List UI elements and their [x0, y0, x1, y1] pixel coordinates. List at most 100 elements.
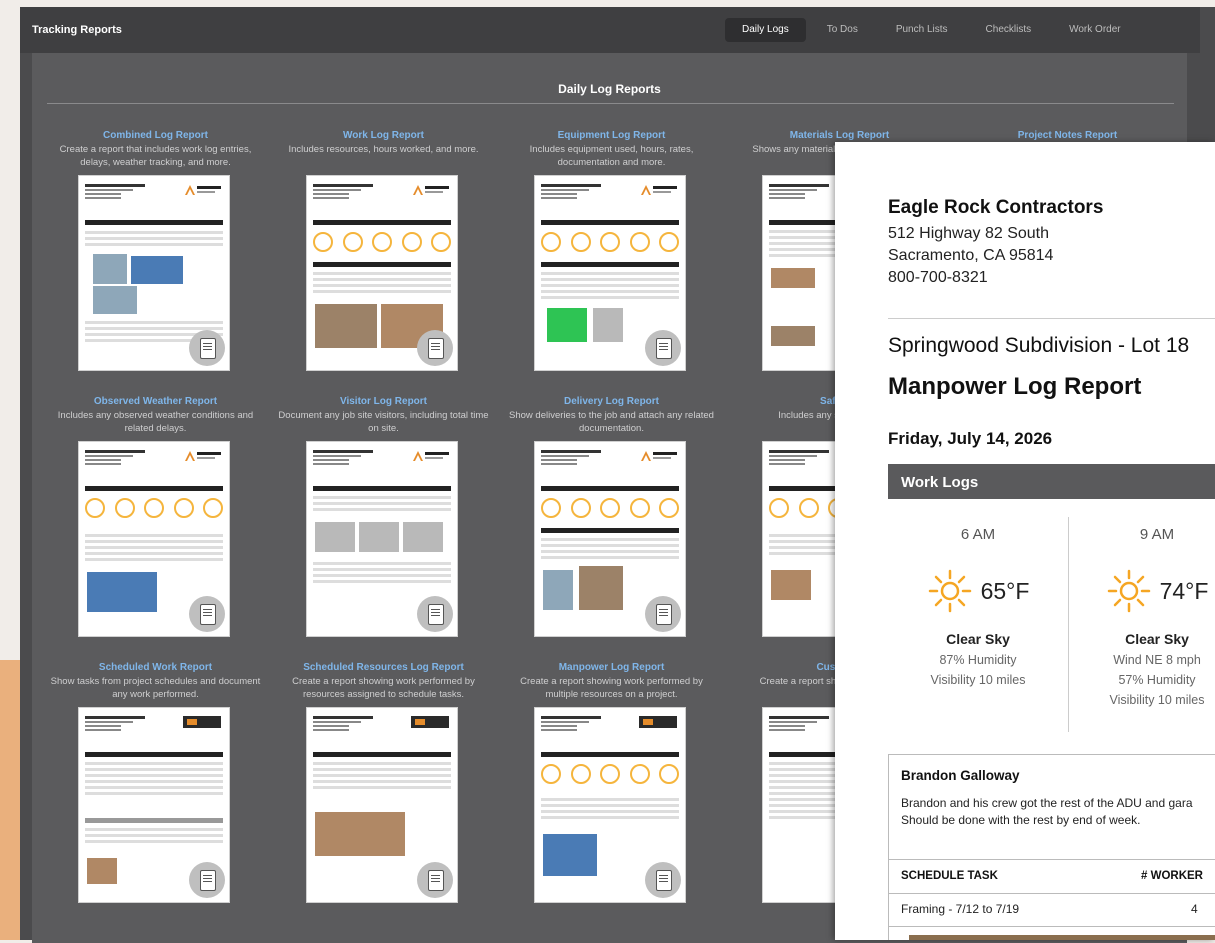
weather-temp: 74°F	[1159, 577, 1209, 604]
eagle-rock-logo-icon	[639, 716, 677, 728]
company-phone: 800-700-8321	[888, 269, 988, 286]
report-thumbnail[interactable]	[306, 175, 458, 371]
report-card-visitor[interactable]: Visitor Log Report Document any job site…	[276, 395, 491, 645]
document-icon	[189, 596, 225, 632]
report-title[interactable]: Delivery Log Report	[504, 395, 719, 408]
company-name: Eagle Rock Contractors	[888, 197, 1104, 218]
weather-column-6am: 6 AM 65°F Clear Sky 87% Humidity Visibil…	[888, 499, 1068, 687]
report-card-manpower[interactable]: Manpower Log Report Create a report show…	[504, 661, 719, 911]
report-thumbnail[interactable]	[78, 707, 230, 903]
divider	[47, 103, 1174, 104]
report-card-observed-weather[interactable]: Observed Weather Report Includes any obs…	[48, 395, 263, 645]
report-title[interactable]: Project Notes Report	[960, 129, 1175, 142]
tab-punch-lists[interactable]: Punch Lists	[879, 18, 965, 42]
column-header-task: SCHEDULE TASK	[901, 870, 998, 882]
document-icon	[645, 596, 681, 632]
report-description: Create a report showing work performed b…	[292, 676, 475, 700]
tab-daily-logs[interactable]: Daily Logs	[725, 18, 806, 42]
document-icon	[417, 596, 453, 632]
company-address-line1: 512 Highway 82 South	[888, 225, 1049, 242]
report-description: Includes equipment used, hours, rates, d…	[529, 144, 694, 168]
weather-time: 9 AM	[1139, 526, 1175, 543]
tab-to-dos[interactable]: To Dos	[810, 18, 875, 42]
company-address-line2: Sacramento, CA 95814	[888, 247, 1054, 264]
report-thumbnail[interactable]	[306, 707, 458, 903]
weather-column-9am: 9 AM 74°F Clear Sky Wind NE 8 mph 57% Hu…	[1067, 499, 1215, 707]
report-title[interactable]: Manpower Log Report	[504, 661, 719, 674]
divider	[888, 318, 1215, 319]
report-thumbnail[interactable]	[534, 175, 686, 371]
weather-temp: 65°F	[980, 577, 1030, 604]
report-thumbnail[interactable]	[534, 707, 686, 903]
report-card-delivery[interactable]: Delivery Log Report Show deliveries to t…	[504, 395, 719, 645]
report-description: Includes resources, hours worked, and mo…	[288, 144, 479, 155]
harrison-logo-icon	[185, 450, 221, 462]
report-title[interactable]: Scheduled Resources Log Report	[276, 661, 491, 674]
report-title[interactable]: Materials Log Report	[732, 129, 947, 142]
workers-cell: 4	[1191, 902, 1198, 916]
weather-humidity: 87% Humidity	[939, 653, 1017, 667]
harrison-logo-icon	[413, 450, 449, 462]
report-title[interactable]: Visitor Log Report	[276, 395, 491, 408]
report-thumbnail[interactable]	[306, 441, 458, 637]
eagle-rock-logo-icon	[411, 716, 449, 728]
document-icon	[417, 862, 453, 898]
table-row: Framing - 7/12 to 7/19 4	[889, 893, 1215, 927]
report-thumbnail[interactable]	[78, 175, 230, 371]
report-description: Show tasks from project schedules and do…	[50, 676, 261, 700]
harrison-logo-icon	[185, 184, 221, 196]
document-icon	[189, 862, 225, 898]
harrison-logo-icon	[641, 184, 677, 196]
report-description: Document any job site visitors, includin…	[278, 410, 489, 434]
report-card-work-log[interactable]: Work Log Report Includes resources, hour…	[276, 129, 491, 379]
weather-humidity: 57% Humidity	[1118, 673, 1196, 687]
worker-name: Brandon Galloway	[901, 768, 1020, 783]
report-card-equipment[interactable]: Equipment Log Report Includes equipment …	[504, 129, 719, 379]
report-title[interactable]: Observed Weather Report	[48, 395, 263, 408]
tab-work-order[interactable]: Work Order	[1052, 18, 1138, 42]
harrison-logo-icon	[641, 450, 677, 462]
weather-visibility: Visibility 10 miles	[1109, 693, 1205, 707]
document-icon	[645, 862, 681, 898]
report-description: Create a report that includes work log e…	[59, 144, 252, 168]
column-header-workers: # WORKER	[1141, 870, 1203, 882]
report-thumbnail[interactable]	[534, 441, 686, 637]
tab-bar: Daily Logs To Dos Punch Lists Checklists…	[725, 18, 1138, 42]
task-cell: Framing - 7/12 to 7/19	[901, 902, 1020, 916]
weather-condition: Clear Sky	[1125, 631, 1189, 647]
report-thumbnail[interactable]	[78, 441, 230, 637]
report-title[interactable]: Combined Log Report	[48, 129, 263, 142]
weather-time: 6 AM	[960, 526, 996, 543]
report-card-combined[interactable]: Combined Log Report Create a report that…	[48, 129, 263, 379]
work-note-line: Brandon and his crew got the rest of the…	[901, 796, 1193, 810]
document-icon	[189, 330, 225, 366]
weather-visibility: Visibility 10 miles	[930, 673, 1026, 687]
app-title: Tracking Reports	[32, 24, 122, 36]
background-accent	[0, 660, 22, 940]
tab-checklists[interactable]: Checklists	[969, 18, 1049, 42]
sun-icon	[1107, 569, 1150, 613]
report-description: Show deliveries to the job and attach an…	[509, 410, 714, 434]
report-description: Create a report showing work performed b…	[520, 676, 703, 700]
work-log-entry: Brandon Galloway Brandon and his crew go…	[888, 754, 1215, 940]
document-icon	[645, 330, 681, 366]
report-card-scheduled-resources[interactable]: Scheduled Resources Log Report Create a …	[276, 661, 491, 911]
section-header: Work Logs	[888, 464, 1215, 499]
report-date: Friday, July 14, 2026	[888, 429, 1053, 448]
project-name: Springwood Subdivision - Lot 18	[888, 334, 1190, 357]
work-note: Brandon and his crew got the rest of the…	[901, 795, 1193, 829]
report-card-scheduled-work[interactable]: Scheduled Work Report Show tasks from pr…	[48, 661, 263, 911]
report-title[interactable]: Scheduled Work Report	[48, 661, 263, 674]
harrison-logo-icon	[413, 184, 449, 196]
report-title[interactable]: Work Log Report	[276, 129, 491, 142]
report-preview: Eagle Rock Contractors 512 Highway 82 So…	[835, 142, 1215, 940]
top-bar: Tracking Reports Daily Logs To Dos Punch…	[20, 7, 1200, 53]
report-title[interactable]: Equipment Log Report	[504, 129, 719, 142]
eagle-rock-logo-icon	[183, 716, 221, 728]
report-description: Includes any observed weather conditions…	[57, 410, 254, 434]
work-note-line: Should be done with the rest by end of w…	[901, 813, 1141, 827]
table-header: SCHEDULE TASK # WORKER	[889, 859, 1215, 894]
section-title: Work Logs	[901, 474, 979, 491]
work-photo	[909, 935, 1215, 940]
sun-icon	[928, 569, 971, 613]
